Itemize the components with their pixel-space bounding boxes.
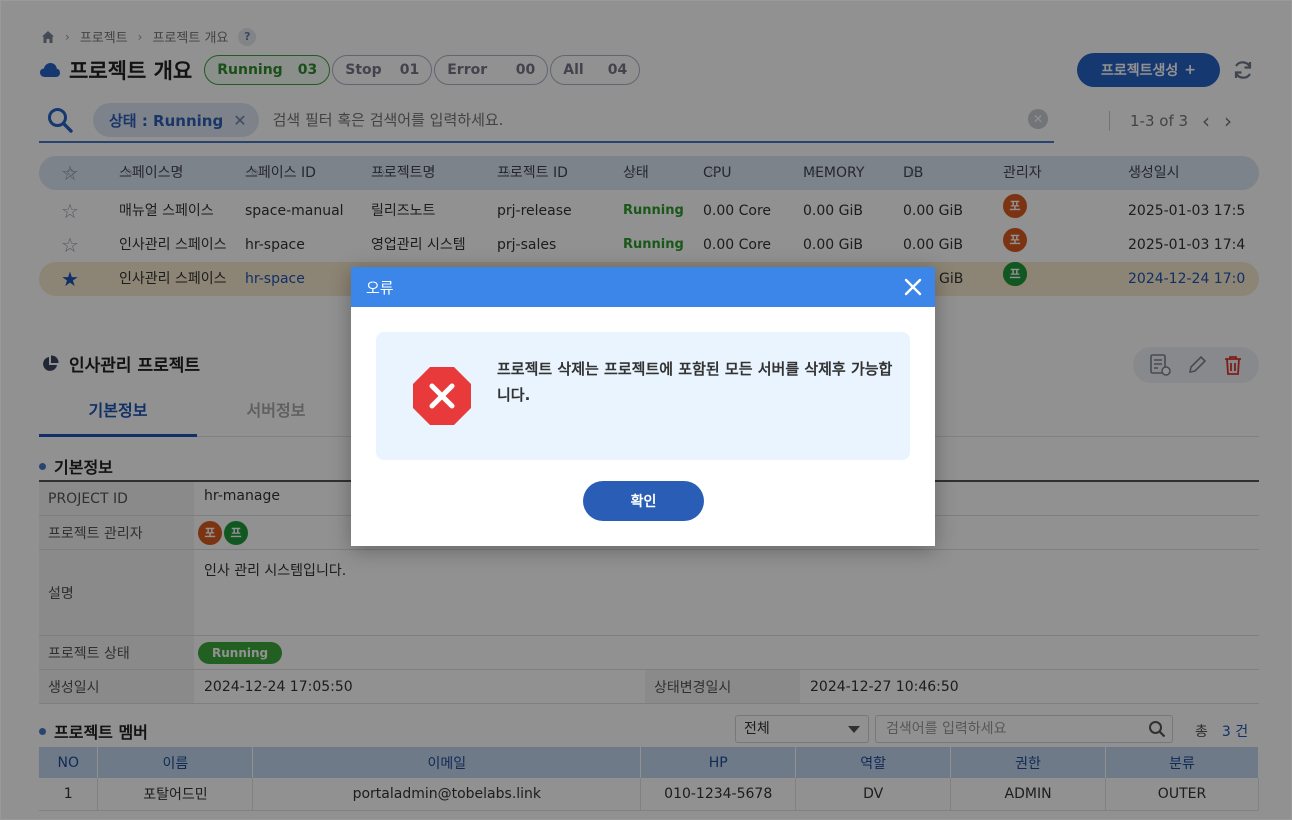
error-icon bbox=[413, 367, 471, 425]
dialog-title: 오류 bbox=[366, 278, 394, 297]
dialog-header: 오류 bbox=[351, 267, 935, 307]
app-frame: › 프로젝트 › 프로젝트 개요 ? 프로젝트 개요 Running 03 St… bbox=[0, 0, 1292, 820]
confirm-button[interactable]: 확인 bbox=[583, 481, 704, 521]
error-dialog: 오류 프로젝트 삭제는 프로젝트에 포함된 모든 서버를 삭제후 가능합니다. … bbox=[351, 267, 935, 546]
dialog-body: 프로젝트 삭제는 프로젝트에 포함된 모든 서버를 삭제후 가능합니다. bbox=[376, 332, 910, 460]
close-icon[interactable] bbox=[903, 277, 923, 297]
dialog-message: 프로젝트 삭제는 프로젝트에 포함된 모든 서버를 삭제후 가능합니다. bbox=[497, 360, 893, 404]
